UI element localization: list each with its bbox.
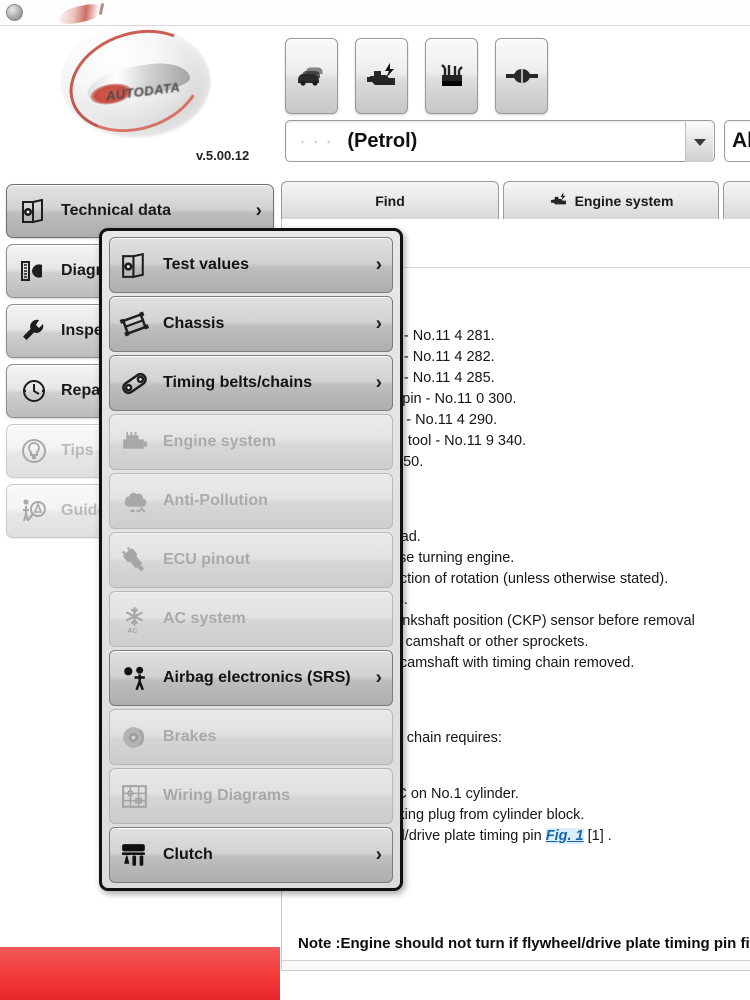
toolbar-button-vehicle-selection[interactable]	[285, 38, 338, 114]
chevron-right-icon: ›	[375, 844, 382, 866]
clock-icon	[19, 376, 49, 406]
ecu-pinout-icon	[119, 545, 150, 576]
airbag-srs-icon	[119, 663, 150, 694]
technical-data-icon	[19, 196, 49, 226]
submenu-item-label: ECU pinout	[163, 551, 251, 568]
submenu-item-label: Engine system	[163, 433, 276, 450]
tab-engine-system[interactable]: Engine system	[503, 181, 719, 219]
anti-pollution-icon	[119, 486, 150, 517]
toolbar-button-ecu-module[interactable]	[425, 38, 478, 114]
chevron-right-icon: ›	[255, 200, 262, 222]
test-values-icon	[119, 250, 150, 281]
chevron-right-icon: ›	[375, 313, 382, 335]
timing-belt-icon	[119, 368, 150, 399]
toolbar-button-sensor-component[interactable]	[495, 38, 548, 114]
chevron-right-icon: ›	[375, 372, 382, 394]
tab-find[interactable]: Find	[281, 181, 499, 219]
ac-system-icon: AC	[119, 604, 150, 635]
submenu-item-label: Clutch	[163, 846, 213, 863]
chevron-down-icon[interactable]	[685, 122, 713, 162]
submenu-item-label: Brakes	[163, 728, 217, 745]
brand-logo: AUTODATA	[56, 13, 220, 149]
cars-stack-icon	[295, 63, 329, 89]
submenu-item-label: AC system	[163, 610, 246, 627]
submenu-item-airbag-electronics-srs[interactable]: Airbag electronics (SRS) ›	[109, 650, 393, 706]
app-badge-icon	[6, 4, 23, 21]
submenu-item-engine-system[interactable]: Engine system	[109, 414, 393, 470]
submenu-item-anti-pollution[interactable]: Anti-Pollution	[109, 473, 393, 529]
application-window: AUTODATA v.5.00.12 · · · (Petrol) A Find…	[0, 0, 750, 1000]
submenu-item-test-values[interactable]: Test values ›	[109, 237, 393, 293]
submenu-item-label: Test values	[163, 256, 249, 273]
content-footer-rule	[282, 960, 750, 970]
chevron-right-icon: ›	[375, 254, 382, 276]
engine-lightning-icon	[549, 192, 569, 210]
note-text: Note :Engine should not turn if flywheel…	[298, 935, 750, 952]
ecu-module-icon	[437, 62, 467, 90]
tab-engine-system-label: Engine system	[574, 192, 674, 209]
wrench-icon	[19, 316, 49, 346]
tab-find-label: Find	[375, 192, 405, 209]
sensor-icon	[505, 66, 539, 86]
lightbulb-icon	[19, 436, 49, 466]
submenu-item-chassis[interactable]: Chassis ›	[109, 296, 393, 352]
submenu-item-ac-system[interactable]: AC AC system	[109, 591, 393, 647]
submenu-item-label: Chassis	[163, 315, 225, 332]
title-strip	[0, 0, 750, 27]
toolbar	[285, 38, 548, 114]
engine-lightning-icon	[365, 62, 399, 90]
brand-swoosh-icon	[56, 1, 106, 27]
tab-bar: Find Engine system	[281, 181, 750, 219]
vehicle-select-value: (Petrol)	[347, 129, 418, 152]
figure-item-suffix: [1] .	[583, 828, 612, 844]
submenu-item-label: Airbag electronics (SRS)	[163, 669, 351, 686]
wiring-diagram-icon	[119, 781, 150, 812]
guided-search-icon	[19, 496, 49, 526]
submenu-item-brakes[interactable]: Brakes	[109, 709, 393, 765]
toolbar-button-engine-management[interactable]	[355, 38, 408, 114]
bottom-accent-bar	[0, 947, 280, 1000]
chevron-right-icon: ›	[375, 667, 382, 689]
app-version: v.5.00.12	[196, 148, 250, 163]
tab-overflow[interactable]	[723, 181, 750, 219]
all-button[interactable]: Al	[724, 120, 750, 162]
brakes-icon	[119, 722, 150, 753]
technical-data-submenu: Test values › Chassis › Timing belts/cha…	[99, 228, 403, 891]
clutch-icon	[119, 840, 150, 871]
submenu-item-ecu-pinout[interactable]: ECU pinout	[109, 532, 393, 588]
submenu-item-timing-belts-chains[interactable]: Timing belts/chains ›	[109, 355, 393, 411]
diagnostics-icon	[19, 256, 49, 286]
submenu-item-label: Anti-Pollution	[163, 492, 268, 509]
sidebar-item-label: Technical data	[61, 202, 171, 219]
chassis-icon	[119, 309, 150, 340]
svg-text:AC: AC	[127, 625, 138, 634]
figure-link[interactable]: Fig. 1	[545, 828, 584, 844]
submenu-item-label: Wiring Diagrams	[163, 787, 290, 804]
engine-system-icon	[119, 427, 150, 458]
submenu-item-clutch[interactable]: Clutch ›	[109, 827, 393, 883]
vehicle-select-prefix: · · ·	[300, 132, 334, 150]
vehicle-select[interactable]: · · · (Petrol)	[285, 120, 715, 162]
submenu-item-label: Timing belts/chains	[163, 374, 313, 391]
submenu-item-wiring-diagrams[interactable]: Wiring Diagrams	[109, 768, 393, 824]
